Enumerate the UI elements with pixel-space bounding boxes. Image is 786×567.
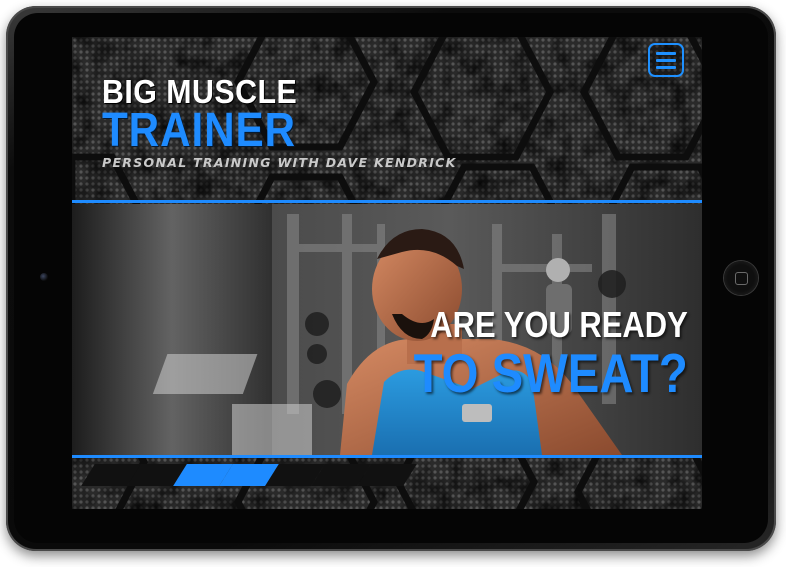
menu-bar: [656, 51, 676, 55]
logo-trainer: TRAINER: [102, 104, 296, 157]
home-button[interactable]: [724, 261, 758, 295]
menu-bar: [656, 65, 676, 69]
hero-top-border: [72, 200, 702, 203]
hamburger-menu-icon[interactable]: [648, 43, 684, 77]
headline-line-2: TO SWEAT?: [413, 342, 688, 404]
hero-banner: ARE YOU READY TO SWEAT?: [72, 204, 702, 455]
menu-bar: [656, 58, 676, 62]
tablet-frame: BIG MUSCLE TRAINER PERSONAL TRAINING WIT…: [6, 6, 776, 551]
headline-line-1: ARE YOU READY: [430, 304, 688, 345]
website-screen: BIG MUSCLE TRAINER PERSONAL TRAINING WIT…: [72, 37, 702, 509]
logo-tagline: PERSONAL TRAINING WITH DAVE KENDRICK: [102, 155, 457, 170]
front-camera: [40, 273, 48, 281]
site-logo[interactable]: BIG MUSCLE TRAINER PERSONAL TRAINING WIT…: [98, 73, 458, 183]
hero-headline: ARE YOU READY TO SWEAT?: [369, 304, 688, 402]
hero-bottom-border: [72, 455, 702, 458]
slider-indicators: [72, 460, 702, 490]
